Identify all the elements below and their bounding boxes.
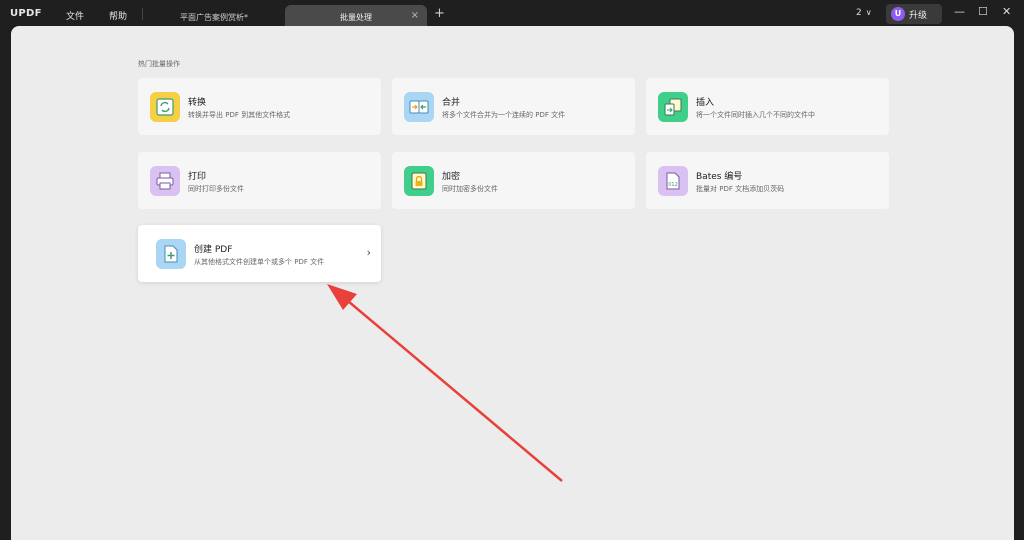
menu-file[interactable]: 文件 (66, 9, 84, 22)
title-bar: UPDF 文件 帮助 平面广告案例赏析* 批量处理 × + 2 ∨ U 升级 — … (0, 0, 1024, 28)
card-insert[interactable]: 插入 将一个文件同时插入几个不同的文件中 (646, 78, 889, 135)
convert-icon (150, 92, 180, 122)
card-desc: 转换并导出 PDF 到其他文件格式 (188, 111, 291, 119)
card-title: 插入 (696, 98, 715, 108)
card-create-pdf[interactable]: 创建 PDF 从其他格式文件创建单个或多个 PDF 文件 › (138, 225, 381, 282)
card-bates[interactable]: 012 Bates 编号 批量对 PDF 文档添加贝茨码 (646, 152, 889, 209)
card-desc: 将多个文件合并为一个连续的 PDF 文件 (442, 111, 566, 119)
tab-document[interactable]: 平面广告案例赏析* (146, 5, 282, 28)
tab-label: 批量处理 (340, 13, 372, 22)
app-logo: UPDF (10, 8, 42, 19)
menu-help[interactable]: 帮助 (109, 9, 127, 22)
tab-label: 平面广告案例赏析* (180, 13, 248, 22)
card-encrypt[interactable]: 加密 同时加密多份文件 (392, 152, 635, 209)
print-icon (150, 166, 180, 196)
close-window-button[interactable]: ✕ (1002, 5, 1011, 18)
upgrade-button[interactable]: U 升级 (886, 4, 942, 24)
card-desc: 将一个文件同时插入几个不同的文件中 (696, 111, 815, 119)
lock-icon (404, 166, 434, 196)
new-tab-button[interactable]: + (434, 6, 445, 21)
minimize-button[interactable]: — (954, 5, 965, 18)
tab-batch[interactable]: 批量处理 × (285, 5, 427, 28)
card-title: 创建 PDF (194, 245, 233, 255)
card-merge[interactable]: 合并 将多个文件合并为一个连续的 PDF 文件 (392, 78, 635, 135)
card-title: 合并 (442, 98, 461, 108)
batch-panel: 热门批量操作 转换 转换并导出 PDF 到其他文件格式 合并 将多个文件合并为一… (11, 26, 1014, 540)
card-desc: 同时加密多份文件 (442, 185, 498, 193)
upgrade-label: 升级 (909, 11, 928, 21)
maximize-button[interactable]: ☐ (978, 5, 988, 18)
divider (142, 8, 143, 20)
card-print[interactable]: 打印 同时打印多份文件 (138, 152, 381, 209)
merge-icon (404, 92, 434, 122)
chevron-right-icon: › (366, 246, 371, 259)
svg-text:012: 012 (668, 182, 678, 188)
card-desc: 批量对 PDF 文档添加贝茨码 (696, 185, 785, 193)
card-title: 打印 (188, 172, 207, 182)
card-desc: 从其他格式文件创建单个或多个 PDF 文件 (194, 258, 325, 266)
card-title: 转换 (188, 98, 207, 108)
avatar: U (891, 7, 905, 21)
card-title: Bates 编号 (696, 172, 743, 182)
close-icon[interactable]: × (411, 10, 419, 21)
insert-icon (658, 92, 688, 122)
bates-icon: 012 (658, 166, 688, 196)
card-convert[interactable]: 转换 转换并导出 PDF 到其他文件格式 (138, 78, 381, 135)
page-indicator[interactable]: 2 ∨ (856, 8, 872, 18)
page-indicator-value: 2 (856, 8, 862, 18)
create-pdf-icon (156, 239, 186, 269)
card-title: 加密 (442, 172, 461, 182)
section-title: 热门批量操作 (138, 60, 180, 68)
card-desc: 同时打印多份文件 (188, 185, 244, 193)
chevron-down-icon: ∨ (865, 8, 872, 17)
